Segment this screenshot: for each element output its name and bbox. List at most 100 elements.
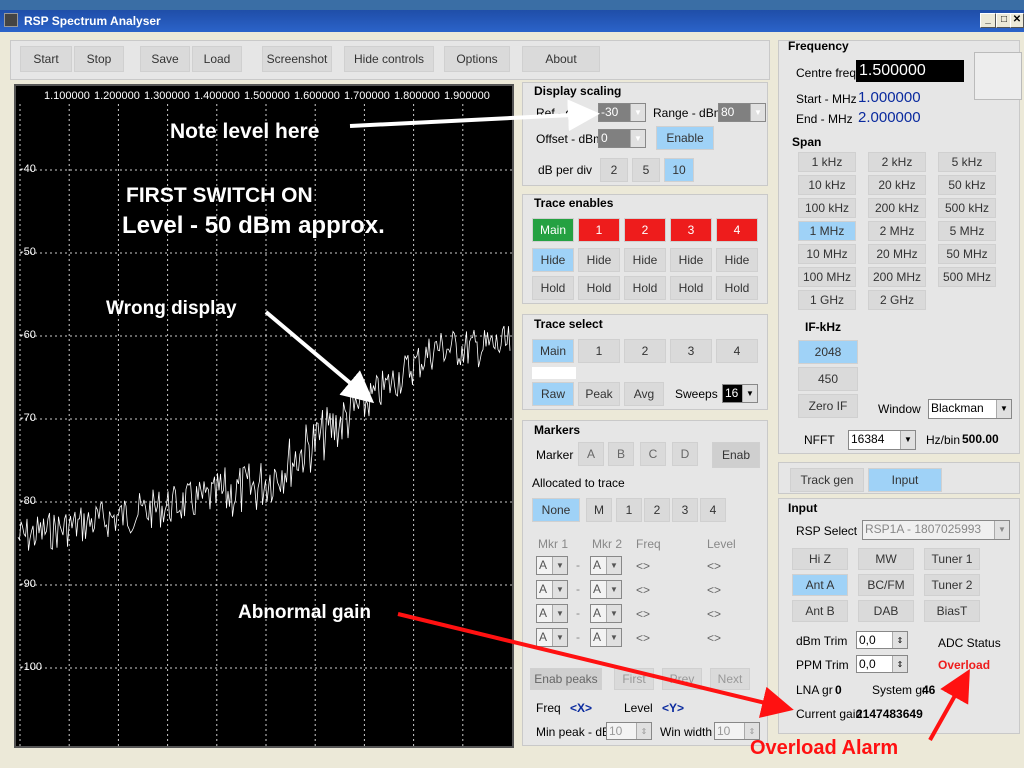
span-button[interactable]: 10 kHz (798, 175, 856, 195)
trace-enable-main[interactable]: Main (532, 218, 574, 242)
alloc-m-button[interactable]: M (586, 498, 612, 522)
span-button[interactable]: 200 kHz (868, 198, 926, 218)
alloc-3-button[interactable]: 3 (672, 498, 698, 522)
ppm-trim-spinner[interactable]: 0,0 ⇕ (856, 655, 908, 673)
input-select-button[interactable]: BiasT (924, 600, 980, 622)
close-button[interactable]: ✕ (1010, 13, 1024, 28)
dbm-trim-spinner[interactable]: 0,0 ⇕ (856, 631, 908, 649)
tab-input[interactable]: Input (868, 468, 942, 492)
min-peak-spinner[interactable]: 10 ⇕ (606, 722, 652, 740)
options-button[interactable]: Options (444, 46, 510, 72)
trace-select-3[interactable]: 3 (670, 339, 712, 363)
marker-2-select[interactable]: A ▼ (590, 556, 622, 575)
enable-scaling-button[interactable]: Enable (656, 126, 714, 150)
trace-select-1[interactable]: 1 (578, 339, 620, 363)
title-bar[interactable]: RSP Spectrum Analyser _ □ ✕ (0, 10, 1024, 32)
span-button[interactable]: 200 MHz (868, 267, 926, 287)
hide-4-button[interactable]: Hide (716, 248, 758, 272)
nfft-select[interactable]: 16384 ▼ (848, 430, 916, 450)
range-select[interactable]: 80 ▼ (718, 103, 766, 122)
stop-button[interactable]: Stop (74, 46, 124, 72)
span-button[interactable]: 100 kHz (798, 198, 856, 218)
span-button[interactable]: 1 MHz (798, 221, 856, 241)
raw-mode-button[interactable]: Raw (532, 382, 574, 406)
zero-if-button[interactable]: Zero IF (798, 394, 858, 418)
tab-track-gen[interactable]: Track gen (790, 468, 864, 492)
trace-enable-3[interactable]: 3 (670, 218, 712, 242)
marker-a-button[interactable]: A (578, 442, 604, 466)
marker-c-button[interactable]: C (640, 442, 666, 466)
marker-b-button[interactable]: B (608, 442, 634, 466)
input-select-button[interactable]: Hi Z (792, 548, 848, 570)
if-450-button[interactable]: 450 (798, 367, 858, 391)
minimize-button[interactable]: _ (980, 13, 996, 28)
span-button[interactable]: 5 kHz (938, 152, 996, 172)
hold-2-button[interactable]: Hold (624, 276, 666, 300)
centre-freq-input[interactable]: 1.500000 (856, 60, 964, 82)
input-select-button[interactable]: BC/FM (858, 574, 914, 596)
trace-enable-4[interactable]: 4 (716, 218, 758, 242)
trace-select-4[interactable]: 4 (716, 339, 758, 363)
span-button[interactable]: 100 MHz (798, 267, 856, 287)
trace-select-main[interactable]: Main (532, 339, 574, 363)
hide-1-button[interactable]: Hide (578, 248, 620, 272)
alloc-none-button[interactable]: None (532, 498, 580, 522)
first-peak-button[interactable]: First (614, 668, 654, 690)
span-button[interactable]: 500 kHz (938, 198, 996, 218)
marker-d-button[interactable]: D (672, 442, 698, 466)
offset-select[interactable]: 0 ▼ (598, 129, 646, 148)
input-select-button[interactable]: Tuner 2 (924, 574, 980, 596)
span-button[interactable]: 2 kHz (868, 152, 926, 172)
span-button[interactable]: 2 MHz (868, 221, 926, 241)
alloc-1-button[interactable]: 1 (616, 498, 642, 522)
hide-main-button[interactable]: Hide (532, 248, 574, 272)
spectrum-plot[interactable]: 1.100000 1.200000 1.300000 1.400000 1.500000… (14, 84, 514, 748)
span-button[interactable]: 50 MHz (938, 244, 996, 264)
prev-peak-button[interactable]: Prev (662, 668, 702, 690)
input-select-button[interactable]: MW (858, 548, 914, 570)
marker-1-select[interactable]: A ▼ (536, 628, 568, 647)
save-button[interactable]: Save (140, 46, 190, 72)
markers-enab-button[interactable]: Enab (712, 442, 760, 468)
input-select-button[interactable]: Ant B (792, 600, 848, 622)
hold-4-button[interactable]: Hold (716, 276, 758, 300)
screenshot-button[interactable]: Screenshot (262, 46, 332, 72)
marker-1-select[interactable]: A ▼ (536, 604, 568, 623)
span-button[interactable]: 500 MHz (938, 267, 996, 287)
next-peak-button[interactable]: Next (710, 668, 750, 690)
input-select-button[interactable]: Tuner 1 (924, 548, 980, 570)
sweeps-select[interactable]: 16 ▼ (722, 384, 758, 403)
load-button[interactable]: Load (192, 46, 242, 72)
marker-2-select[interactable]: A ▼ (590, 628, 622, 647)
about-button[interactable]: About (522, 46, 600, 72)
trace-enable-1[interactable]: 1 (578, 218, 620, 242)
marker-1-select[interactable]: A ▼ (536, 580, 568, 599)
db-per-div-10-button[interactable]: 10 (664, 158, 694, 182)
db-per-div-2-button[interactable]: 2 (600, 158, 628, 182)
hold-3-button[interactable]: Hold (670, 276, 712, 300)
hide-2-button[interactable]: Hide (624, 248, 666, 272)
trace-select-2[interactable]: 2 (624, 339, 666, 363)
input-select-button[interactable]: Ant A (792, 574, 848, 596)
ref-level-select[interactable]: -30 ▼ (598, 103, 646, 122)
peak-mode-button[interactable]: Peak (578, 382, 620, 406)
span-button[interactable]: 1 GHz (798, 290, 856, 310)
input-select-button[interactable]: DAB (858, 600, 914, 622)
db-per-div-5-button[interactable]: 5 (632, 158, 660, 182)
hold-1-button[interactable]: Hold (578, 276, 620, 300)
span-button[interactable]: 20 kHz (868, 175, 926, 195)
span-button[interactable]: 20 MHz (868, 244, 926, 264)
if-2048-button[interactable]: 2048 (798, 340, 858, 364)
span-button[interactable]: 5 MHz (938, 221, 996, 241)
rsp-select[interactable]: RSP1A - 1807025993 ▼ (862, 520, 1010, 540)
span-button[interactable]: 10 MHz (798, 244, 856, 264)
marker-2-select[interactable]: A ▼ (590, 580, 622, 599)
marker-2-select[interactable]: A ▼ (590, 604, 622, 623)
alloc-2-button[interactable]: 2 (644, 498, 670, 522)
alloc-4-button[interactable]: 4 (700, 498, 726, 522)
span-button[interactable]: 50 kHz (938, 175, 996, 195)
start-button[interactable]: Start (20, 46, 72, 72)
enab-peaks-button[interactable]: Enab peaks (530, 668, 602, 690)
span-button[interactable]: 1 kHz (798, 152, 856, 172)
hold-main-button[interactable]: Hold (532, 276, 574, 300)
